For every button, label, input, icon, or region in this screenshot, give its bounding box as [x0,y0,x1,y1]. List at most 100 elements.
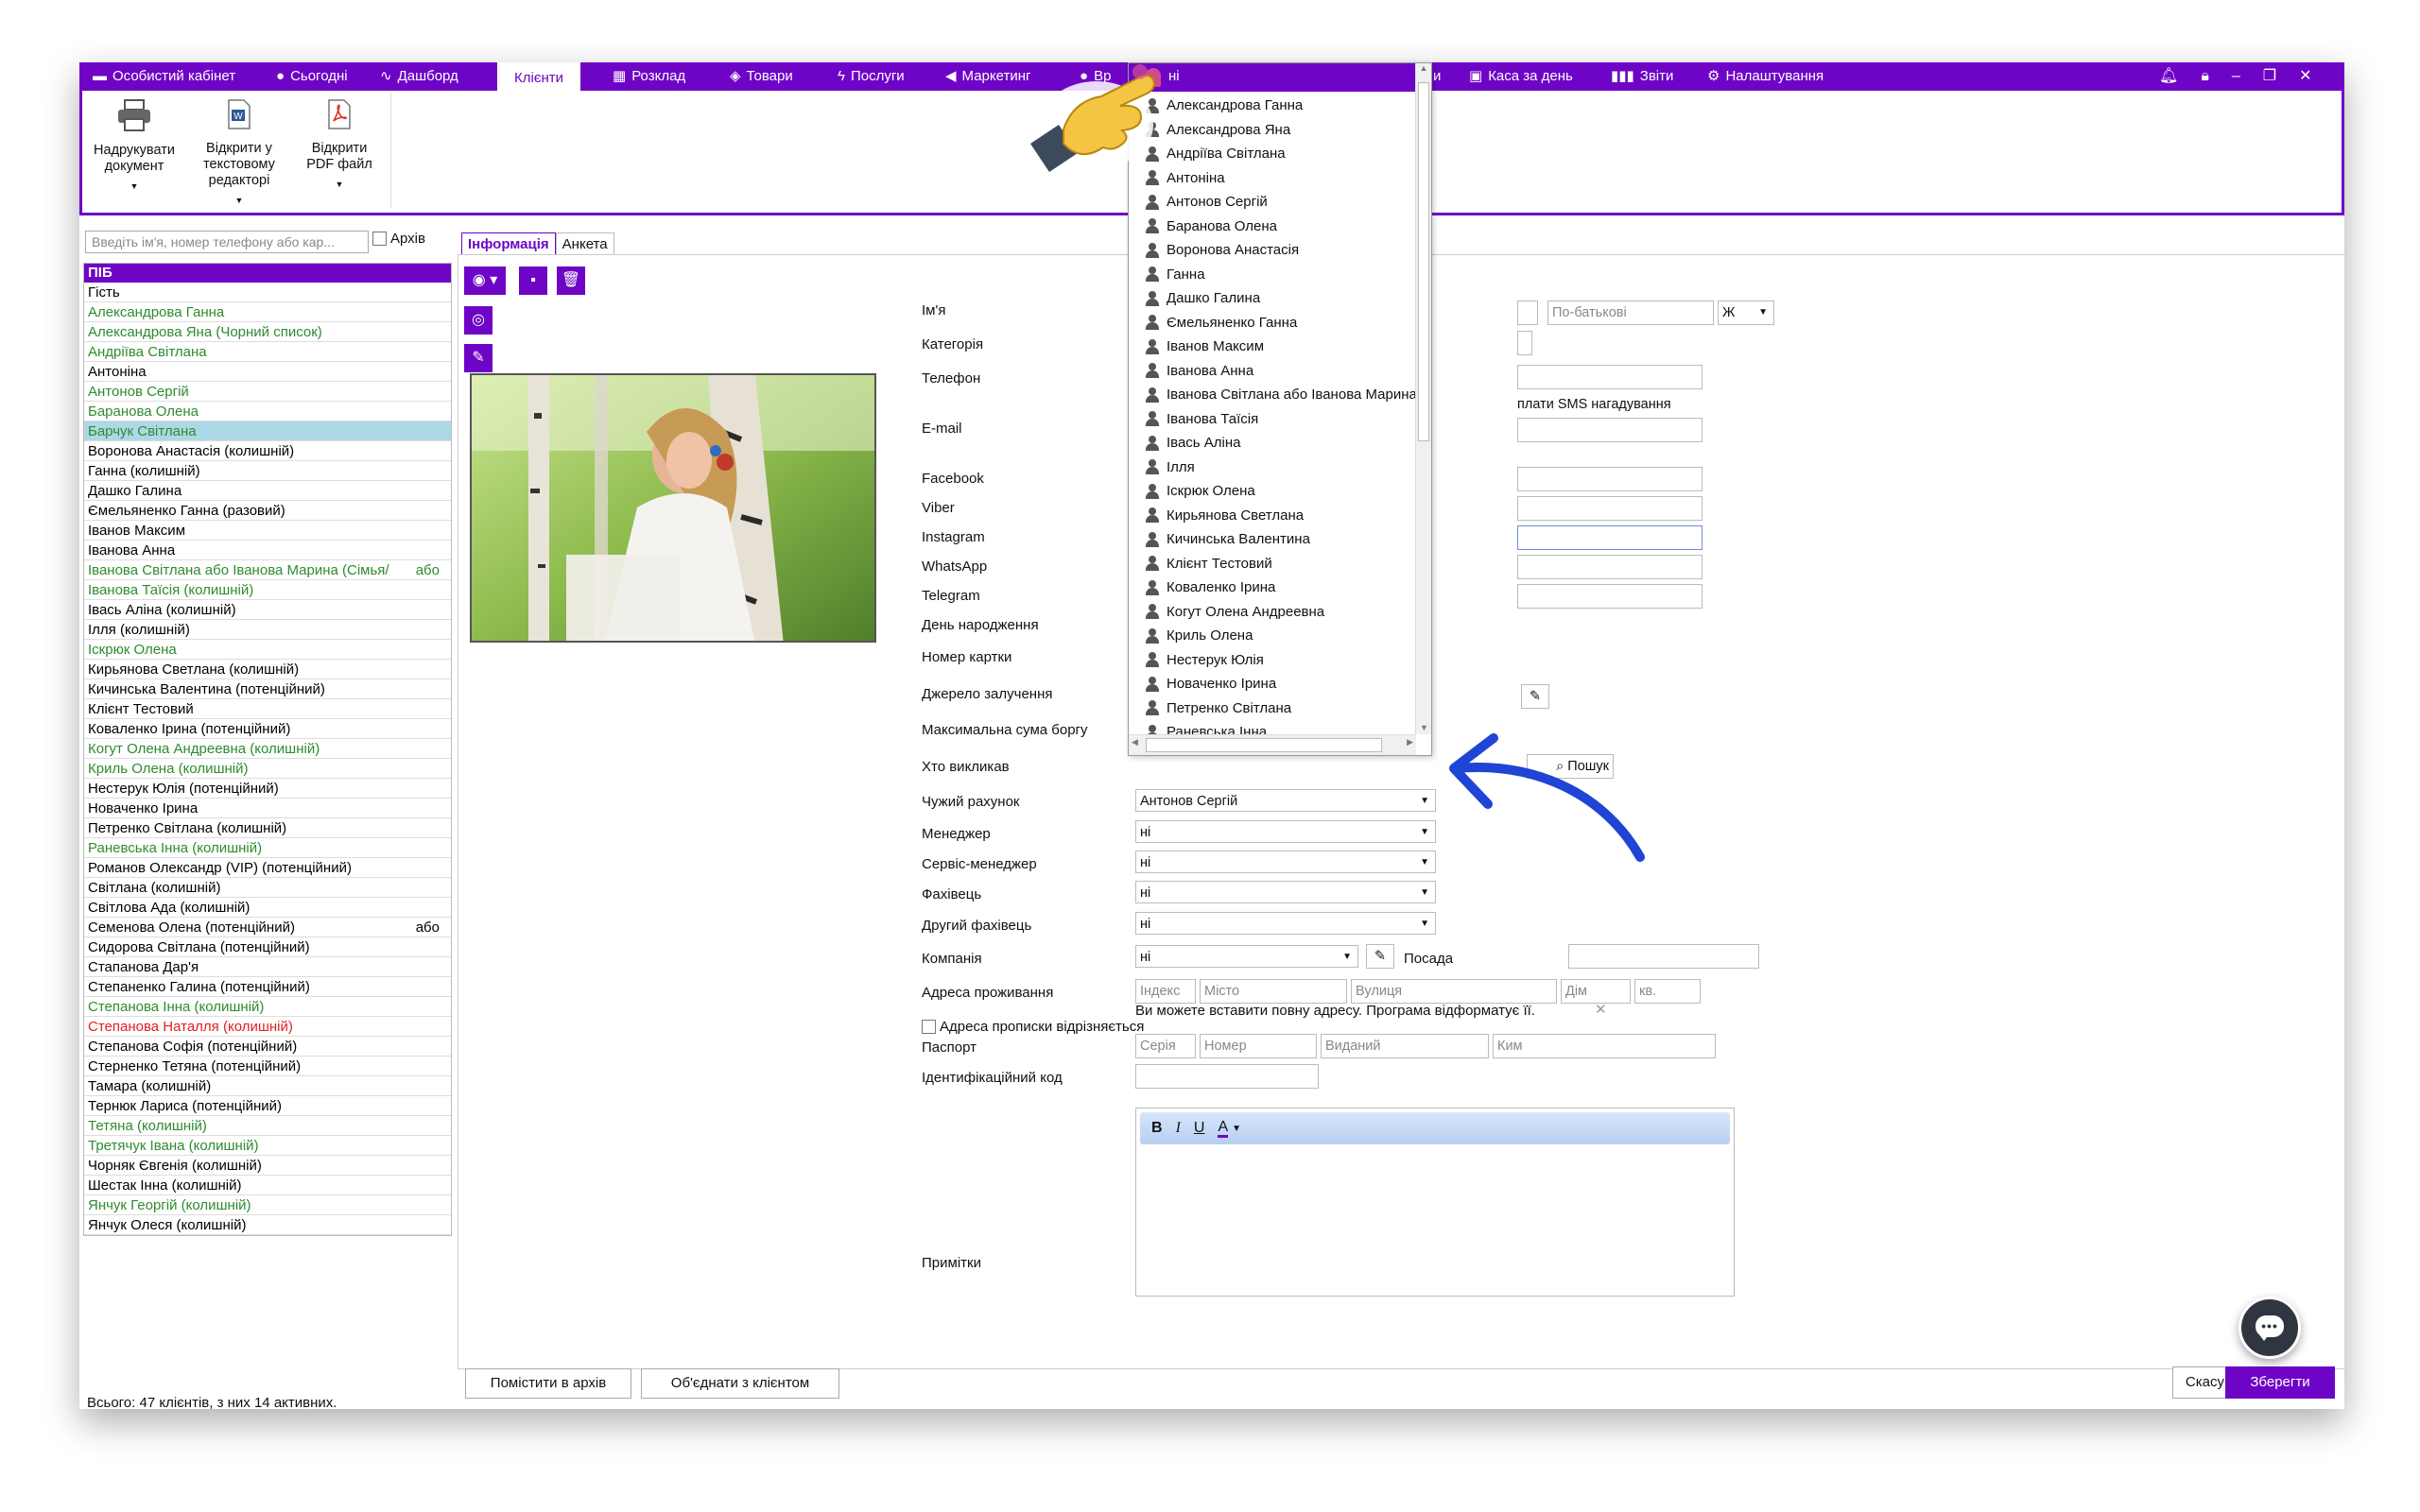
reg-address-differs-checkbox[interactable]: Адреса прописки відрізняється [922,1019,1144,1035]
dropdown-item[interactable]: Коваленко Ірина [1146,576,1275,600]
client-row[interactable]: Семенова Олена (потенційний) або [84,918,451,937]
client-row[interactable]: Степанова Наталля (колишній) [84,1017,451,1037]
nav-marketing[interactable]: ◀ Маркетинг [945,62,1030,91]
open-pdf-button[interactable]: Відкрити PDF файл ▼ [290,98,389,193]
dropdown-item[interactable]: Когут Олена Андреевна [1146,600,1324,625]
client-search-input[interactable]: Введіть ім'я, номер телефону або кар... [85,231,369,253]
client-row[interactable]: Клієнт Тестовий [84,699,451,719]
nav-today[interactable]: ● Сьогодні [276,62,348,91]
client-row[interactable]: Стерненко Тетяна (потенційний) [84,1057,451,1076]
client-row[interactable]: Дашко Галина [84,481,451,501]
client-row[interactable]: Раневська Інна (колишній) [84,838,451,858]
restore-icon[interactable]: ❐ [2263,62,2276,91]
dropdown-item[interactable]: Кичинська Валентина [1146,527,1310,552]
client-row[interactable]: Нестерук Юлія (потенційний) [84,779,451,799]
passport-number-field[interactable]: Номер [1200,1034,1317,1058]
company-select[interactable]: ні ▼ [1135,945,1358,968]
address-street-field[interactable]: Вулиця [1351,979,1557,1004]
specialist-select[interactable]: ні ▼ [1135,881,1436,903]
client-row[interactable]: Александрова Яна (Чорний список) [84,322,451,342]
client-row[interactable]: Баранова Олена [84,402,451,421]
font-color-button[interactable]: A [1218,1119,1229,1138]
service-manager-select[interactable]: ні ▼ [1135,850,1436,873]
client-row[interactable]: Степаненко Галина (потенційний) [84,977,451,997]
tab-form[interactable]: Анкета [555,232,614,255]
scroll-thumb[interactable] [1418,82,1429,441]
client-row[interactable]: Тетяна (колишній) [84,1116,451,1136]
client-row[interactable]: Барчук Світлана [84,421,451,441]
dropdown-item[interactable]: Александрова Ганна [1146,94,1303,118]
client-row[interactable]: Іванова Анна [84,541,451,560]
manager-select[interactable]: ні ▼ [1135,820,1436,843]
client-row[interactable]: Новаченко Ірина [84,799,451,818]
other-specialist-select[interactable]: ні ▼ [1135,912,1436,935]
nav-personal-cabinet[interactable]: ▬ Особистий кабінет [93,62,235,91]
dropdown-item[interactable]: Ілля [1146,455,1195,480]
dropdown-item[interactable]: Петренко Світлана [1146,696,1291,721]
client-row[interactable]: Гість [84,283,451,302]
client-row[interactable]: Антонов Сергій [84,382,451,402]
close-hint-icon[interactable]: ✕ [1595,1001,1607,1018]
nav-settings[interactable]: ⚙ Налаштування [1707,62,1824,91]
chat-button[interactable]: ••• [2238,1297,2301,1359]
delete-photo-button[interactable]: 🗑︎ [557,266,585,295]
client-row[interactable]: Тамара (колишній) [84,1076,451,1096]
tab-information[interactable]: Інформація [461,232,556,255]
dropdown-item[interactable]: Баранова Олена [1146,215,1277,239]
client-dropdown-list[interactable]: ні Александрова Ганна Александрова Яна Анд… [1128,62,1432,756]
client-row[interactable]: Світлова Ада (колишній) [84,898,451,918]
edit-company-button[interactable]: ✎ [1366,944,1394,969]
viber-field[interactable] [1517,496,1703,521]
client-row[interactable]: Івась Аліна (колишній) [84,600,451,620]
nav-goods[interactable]: ◈ Товари [730,62,793,91]
client-row[interactable]: Степанова Софія (потенційний) [84,1037,451,1057]
client-row[interactable]: Стапанова Дар'я [84,957,451,977]
client-row[interactable]: Янчук Олеся (колишній) [84,1215,451,1235]
dropdown-item[interactable]: Кирьянова Светлана [1146,504,1304,528]
dropdown-item[interactable]: Криль Олена [1146,624,1253,648]
client-row[interactable]: Чорняк Євгенія (колишній) [84,1156,451,1176]
save-photo-button[interactable]: ▪ [519,266,547,295]
bell-icon[interactable]: 🔔︎ [2159,62,2178,91]
patronymic-field[interactable]: По-батькові [1547,301,1714,325]
webcam-button[interactable]: ◎ [464,306,493,335]
dropdown-item[interactable]: Новаченко Ірина [1146,672,1276,696]
gender-select[interactable]: Ж ▼ [1718,301,1774,325]
client-row[interactable]: Світлана (колишній) [84,878,451,898]
dropdown-item[interactable]: Дашко Галина [1146,286,1260,311]
instagram-field[interactable] [1517,525,1703,550]
notes-editor[interactable]: B I U A ▼ [1135,1108,1735,1297]
address-apt-field[interactable]: кв. [1634,979,1701,1004]
client-row[interactable]: Іванова Таїсія (колишній) [84,580,451,600]
category-field-edge[interactable] [1517,331,1532,355]
dropdown-horizontal-scrollbar[interactable]: ◀ ▶ [1129,734,1416,755]
last-name-field-edge[interactable] [1517,301,1538,325]
client-row[interactable]: Коваленко Ірина (потенційний) [84,719,451,739]
close-icon[interactable]: ✕ [2299,62,2311,91]
foreign-account-select[interactable]: Антонов Сергій ▼ [1135,789,1436,812]
nav-cash-day[interactable]: ▣ Каса за день [1469,62,1573,91]
dropdown-vertical-scrollbar[interactable]: ▲ ▼ [1415,63,1431,734]
nav-reports[interactable]: ▮▮▮ Звіти [1611,62,1673,91]
phone-field[interactable] [1517,365,1703,389]
dropdown-item[interactable]: Іванов Максим [1146,335,1264,359]
scroll-up-icon[interactable]: ▲ [1416,63,1431,73]
nav-clients[interactable]: Клієнти [497,62,581,94]
nav-services[interactable]: ϟ Послуги [838,62,905,91]
client-row[interactable]: Воронова Анастасія (колишній) [84,441,451,461]
print-document-button[interactable]: Надрукувати документ ▼ [90,98,179,195]
edit-photo-button[interactable]: ✎ [464,344,493,372]
chevron-down-icon[interactable]: ▼ [1232,1124,1241,1134]
client-row[interactable]: Іскрюк Олена [84,640,451,660]
dropdown-item[interactable]: Антонов Сергій [1146,190,1268,215]
telegram-field[interactable] [1517,584,1703,609]
passport-by-whom-field[interactable]: Ким [1493,1034,1716,1058]
client-row[interactable]: Янчук Георгій (колишній) [84,1195,451,1215]
client-row[interactable]: Шестак Інна (колишній) [84,1176,451,1195]
id-code-field[interactable] [1135,1064,1319,1089]
dropdown-item[interactable]: Івась Аліна [1146,431,1241,455]
dropdown-item[interactable]: Іванова Анна [1146,359,1253,384]
address-city-field[interactable]: Місто [1200,979,1347,1004]
nav-dashboard[interactable]: ∿ Дашборд [380,62,458,91]
minimize-icon[interactable]: – [2232,62,2240,91]
